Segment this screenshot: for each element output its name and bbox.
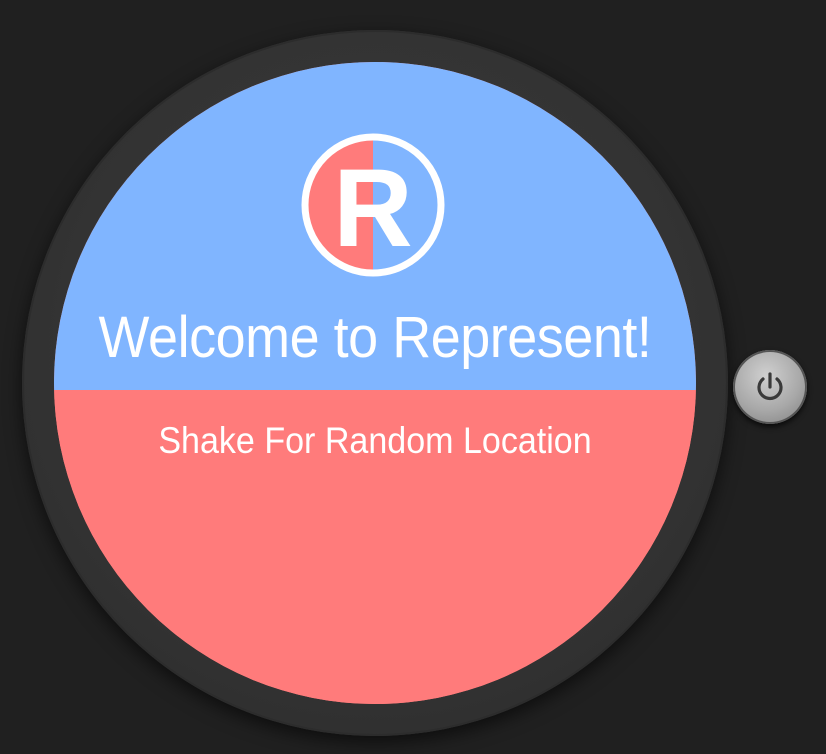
emulator-stage: R Welcome to Represent! Shake For Random… [0, 0, 826, 754]
represent-r-logo-icon: R [301, 133, 445, 277]
power-button[interactable] [733, 350, 807, 424]
watch-screen[interactable]: R Welcome to Represent! Shake For Random… [54, 62, 696, 704]
welcome-title: Welcome to Represent! [98, 305, 652, 370]
logo-letter: R [333, 147, 412, 270]
power-icon [757, 372, 783, 401]
shake-instruction: Shake For Random Location [158, 420, 592, 461]
